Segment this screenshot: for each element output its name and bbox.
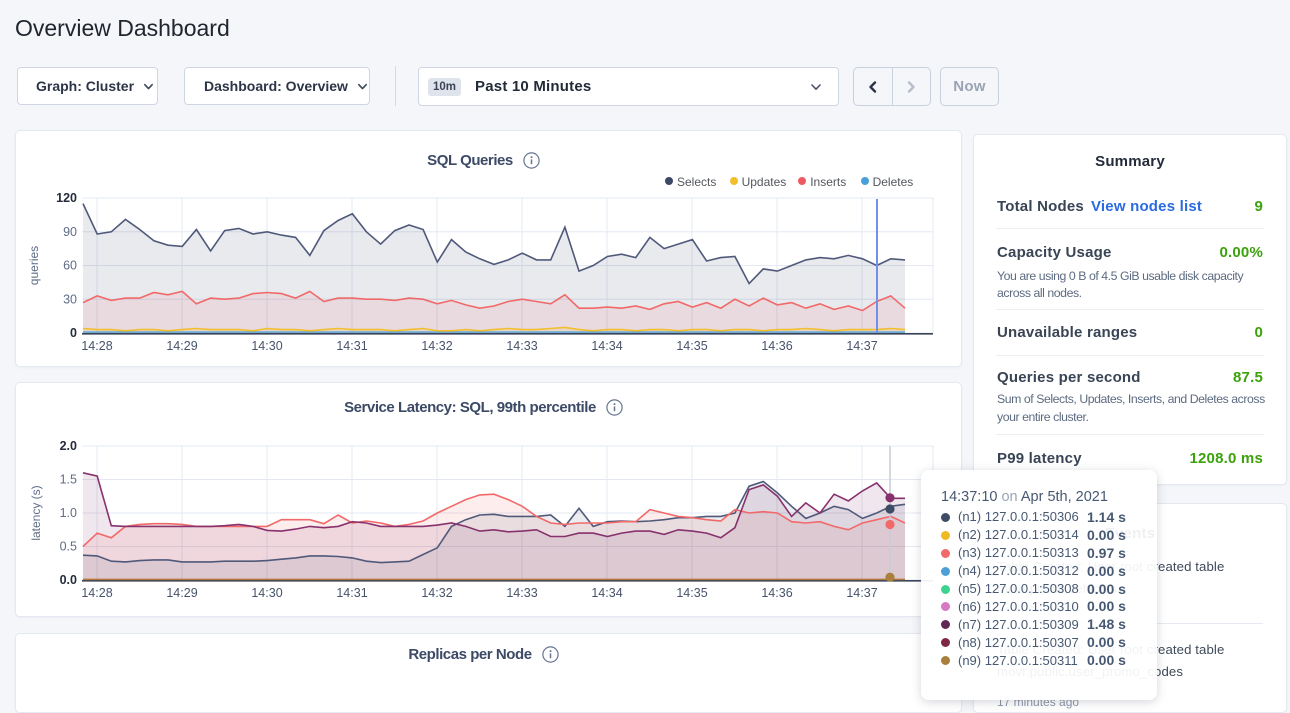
svg-text:120: 120 <box>56 191 77 205</box>
svg-text:14:29: 14:29 <box>166 586 197 600</box>
svg-text:0.5: 0.5 <box>60 540 77 554</box>
svg-text:latency (s): latency (s) <box>29 485 43 540</box>
svg-text:90: 90 <box>63 225 77 239</box>
svg-text:queries: queries <box>27 246 41 285</box>
svg-text:14:31: 14:31 <box>336 339 367 353</box>
svg-text:14:28: 14:28 <box>81 586 112 600</box>
svg-text:14:28: 14:28 <box>81 339 112 353</box>
svg-text:14:30: 14:30 <box>251 586 282 600</box>
svg-text:30: 30 <box>63 292 77 306</box>
svg-text:14:33: 14:33 <box>506 586 537 600</box>
svg-text:14:31: 14:31 <box>336 586 367 600</box>
svg-text:0.0: 0.0 <box>60 573 77 587</box>
svg-text:14:37: 14:37 <box>846 586 877 600</box>
svg-text:1.0: 1.0 <box>60 506 77 520</box>
svg-text:14:32: 14:32 <box>421 339 452 353</box>
svg-text:14:33: 14:33 <box>506 339 537 353</box>
svg-text:0: 0 <box>70 326 77 340</box>
svg-text:14:32: 14:32 <box>421 586 452 600</box>
svg-text:14:36: 14:36 <box>761 586 792 600</box>
svg-text:1.5: 1.5 <box>60 473 77 487</box>
svg-text:14:37: 14:37 <box>846 339 877 353</box>
svg-text:14:29: 14:29 <box>166 339 197 353</box>
svg-text:14:30: 14:30 <box>251 339 282 353</box>
svg-text:60: 60 <box>63 259 77 273</box>
svg-text:14:35: 14:35 <box>676 586 707 600</box>
svg-text:14:36: 14:36 <box>761 339 792 353</box>
svg-text:14:34: 14:34 <box>591 339 622 353</box>
svg-text:14:35: 14:35 <box>676 339 707 353</box>
svg-text:2.0: 2.0 <box>60 439 77 453</box>
svg-text:14:34: 14:34 <box>591 586 622 600</box>
